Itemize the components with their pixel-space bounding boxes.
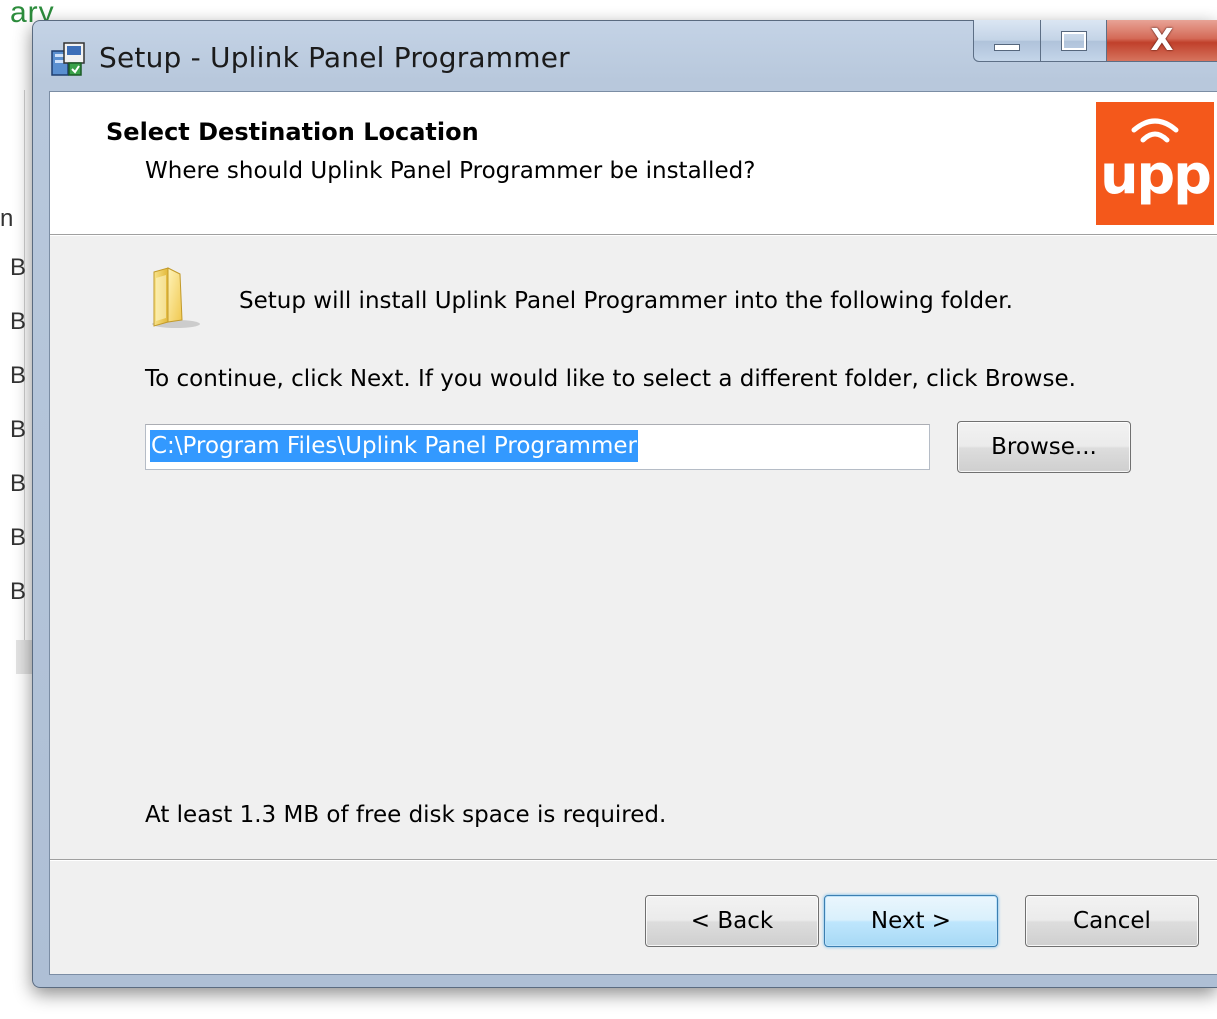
background-row: B xyxy=(10,578,27,605)
background-row: B xyxy=(10,254,27,281)
minimize-button[interactable] xyxy=(973,20,1041,62)
next-button[interactable]: Next > xyxy=(824,895,998,947)
instruction-text: To continue, click Next. If you would li… xyxy=(145,366,1076,392)
close-icon: X xyxy=(1150,22,1174,58)
dialog-client-area: Select Destination Location Where should… xyxy=(49,91,1217,975)
background-text-fragment: n xyxy=(0,205,14,232)
back-button[interactable]: < Back xyxy=(645,895,819,947)
background-row: B xyxy=(10,524,27,551)
install-info-text: Setup will install Uplink Panel Programm… xyxy=(239,288,1013,314)
window-title: Setup - Uplink Panel Programmer xyxy=(99,41,570,74)
background-row: B xyxy=(10,308,27,335)
maximize-button[interactable] xyxy=(1041,20,1107,62)
browse-button[interactable]: Browse... xyxy=(957,421,1131,473)
app-logo: upp xyxy=(1096,102,1214,225)
title-bar[interactable]: Setup - Uplink Panel Programmer X xyxy=(33,20,1217,91)
page-title: Select Destination Location xyxy=(106,118,479,146)
minimize-icon xyxy=(994,44,1020,51)
disk-space-text: At least 1.3 MB of free disk space is re… xyxy=(145,802,667,828)
destination-path-input[interactable]: C:\Program Files\Uplink Panel Programmer xyxy=(145,424,930,470)
page-subtitle: Where should Uplink Panel Programmer be … xyxy=(145,158,756,184)
footer-divider xyxy=(50,859,1217,861)
background-row: B xyxy=(10,416,27,443)
folder-icon xyxy=(152,267,200,328)
setup-installer-icon xyxy=(51,42,85,76)
caption-buttons: X xyxy=(973,20,1217,62)
background-row: B xyxy=(10,470,27,497)
cancel-button[interactable]: Cancel xyxy=(1025,895,1199,947)
wizard-header: Select Destination Location Where should… xyxy=(50,92,1217,235)
destination-path-value: C:\Program Files\Uplink Panel Programmer xyxy=(150,430,638,462)
background-row: B xyxy=(10,362,27,389)
close-button[interactable]: X xyxy=(1107,20,1217,62)
maximize-icon xyxy=(1060,30,1087,51)
setup-dialog: Setup - Uplink Panel Programmer X Select… xyxy=(32,20,1217,988)
logo-wordmark: upp xyxy=(1100,143,1212,206)
